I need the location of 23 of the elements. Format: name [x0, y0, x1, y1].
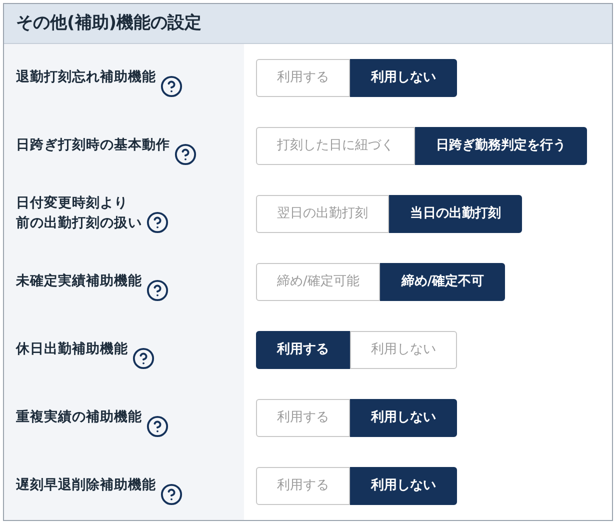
help-icon[interactable] — [132, 347, 155, 370]
segment-option[interactable]: 利用しない — [350, 467, 457, 505]
setting-label: 休日出勤補助機能 — [16, 340, 128, 360]
setting-label: 前の出勤打刻の扱い — [16, 214, 142, 233]
segment-option[interactable]: 当日の出勤打刻 — [389, 195, 522, 233]
help-icon[interactable] — [174, 143, 197, 166]
help-icon[interactable] — [146, 211, 169, 234]
setting-label: 日跨ぎ打刻時の基本動作 — [16, 136, 170, 156]
setting-label: 未確定実績補助機能 — [16, 272, 142, 292]
help-icon[interactable] — [146, 415, 169, 438]
panel-title: その他(補助)機能の設定 — [16, 12, 202, 35]
setting-label: 日付変更時刻より — [16, 194, 129, 214]
help-icon[interactable] — [146, 279, 169, 302]
segment-option[interactable]: 締め/確定不可 — [380, 263, 506, 301]
help-icon[interactable] — [160, 75, 183, 98]
setting-label: 重複実績の補助機能 — [16, 408, 142, 428]
segment-option[interactable]: 日跨ぎ勤務判定を行う — [415, 127, 587, 165]
setting-label: 遅刻早退削除補助機能 — [16, 476, 156, 496]
segment-option[interactable]: 利用しない — [350, 59, 457, 97]
help-icon[interactable] — [160, 483, 183, 506]
segment-option[interactable]: 利用しない — [350, 399, 457, 437]
segment-option[interactable]: 利用する — [256, 331, 350, 369]
setting-label: 退勤打刻忘れ補助機能 — [16, 68, 156, 88]
